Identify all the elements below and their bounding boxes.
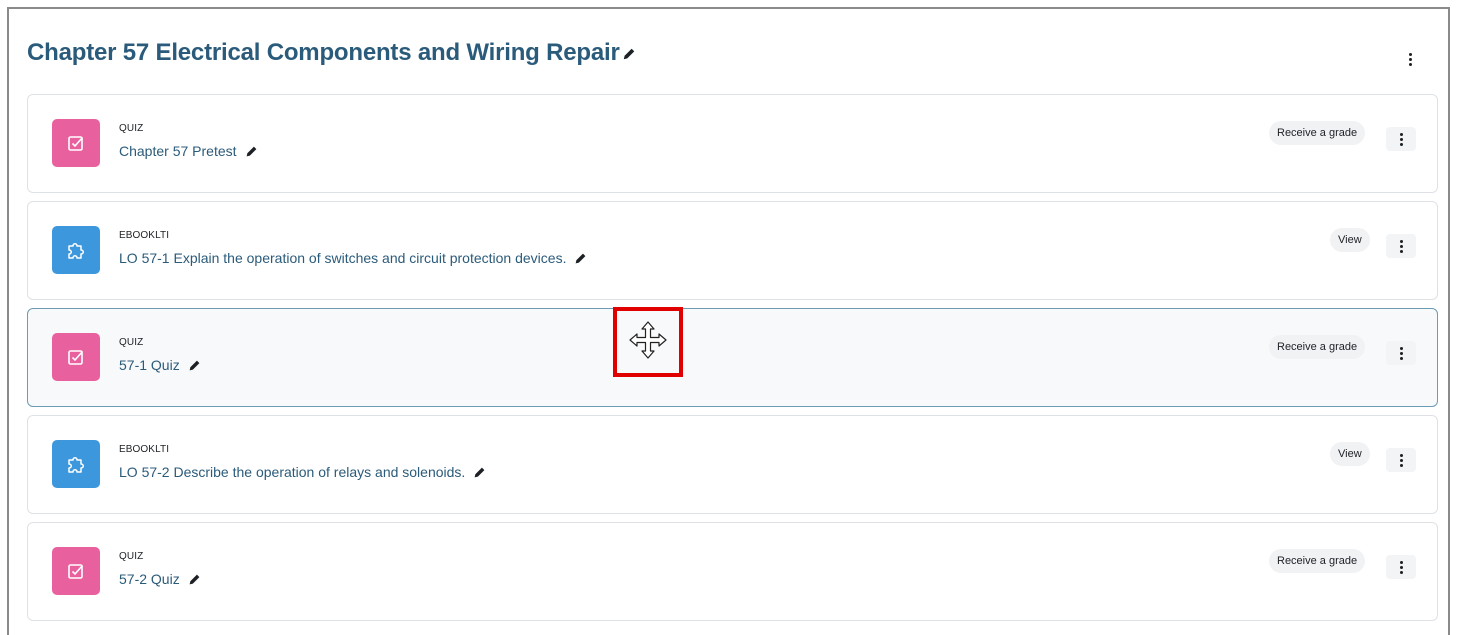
activity-menu-button[interactable] [1386,448,1416,472]
completion-badge: View [1330,228,1370,252]
activity-name: LO 57-2 Describe the operation of relays… [119,464,466,480]
edit-pencil-icon[interactable] [245,145,258,158]
activity-item[interactable]: QUIZ 57-1 Quiz Receive a grade [27,308,1438,407]
course-section: Chapter 57 Electrical Components and Wir… [7,7,1450,635]
quiz-icon [52,333,100,381]
puzzle-icon [52,226,100,274]
kebab-icon [1399,346,1403,360]
activity-name: LO 57-1 Explain the operation of switche… [119,250,567,266]
activity-item[interactable]: QUIZ Chapter 57 Pretest Receive a grade [27,94,1438,193]
kebab-icon [1399,560,1403,574]
activity-link[interactable]: LO 57-2 Describe the operation of relays… [119,464,486,480]
edit-pencil-icon[interactable] [473,466,486,479]
activity-link[interactable]: Chapter 57 Pretest [119,143,258,159]
kebab-icon [1408,52,1412,66]
section-title[interactable]: Chapter 57 Electrical Components and Wir… [27,39,636,68]
completion-badge: Receive a grade [1269,335,1366,359]
section-menu-button[interactable] [1402,47,1418,71]
kebab-icon [1399,453,1403,467]
quiz-icon [52,119,100,167]
edit-pencil-icon[interactable] [188,359,201,372]
activity-type: EBOOKLTI [119,444,170,455]
activity-name: Chapter 57 Pretest [119,143,237,159]
move-cursor-icon [628,320,668,365]
quiz-icon [52,547,100,595]
activity-name: 57-1 Quiz [119,357,180,373]
activity-type: QUIZ [119,123,144,134]
activity-menu-button[interactable] [1386,127,1416,151]
activity-type: QUIZ [119,337,144,348]
edit-title-pencil-icon[interactable] [622,40,636,68]
activity-menu-button[interactable] [1386,341,1416,365]
activity-item[interactable]: EBOOKLTI LO 57-1 Explain the operation o… [27,201,1438,300]
puzzle-icon [52,440,100,488]
move-cursor-highlight [613,307,683,377]
kebab-icon [1399,132,1403,146]
completion-badge: View [1330,442,1370,466]
activity-type: QUIZ [119,551,144,562]
activity-menu-button[interactable] [1386,234,1416,258]
activity-name: 57-2 Quiz [119,571,180,587]
edit-pencil-icon[interactable] [574,252,587,265]
edit-pencil-icon[interactable] [188,573,201,586]
activity-link[interactable]: 57-1 Quiz [119,357,201,373]
kebab-icon [1399,239,1403,253]
completion-badge: Receive a grade [1269,549,1366,573]
activity-link[interactable]: LO 57-1 Explain the operation of switche… [119,250,587,266]
section-title-text: Chapter 57 Electrical Components and Wir… [27,39,620,66]
activity-item[interactable]: QUIZ 57-2 Quiz Receive a grade [27,522,1438,621]
activity-type: EBOOKLTI [119,230,170,241]
activity-menu-button[interactable] [1386,555,1416,579]
activity-item[interactable]: EBOOKLTI LO 57-2 Describe the operation … [27,415,1438,514]
completion-badge: Receive a grade [1269,121,1366,145]
activity-link[interactable]: 57-2 Quiz [119,571,201,587]
